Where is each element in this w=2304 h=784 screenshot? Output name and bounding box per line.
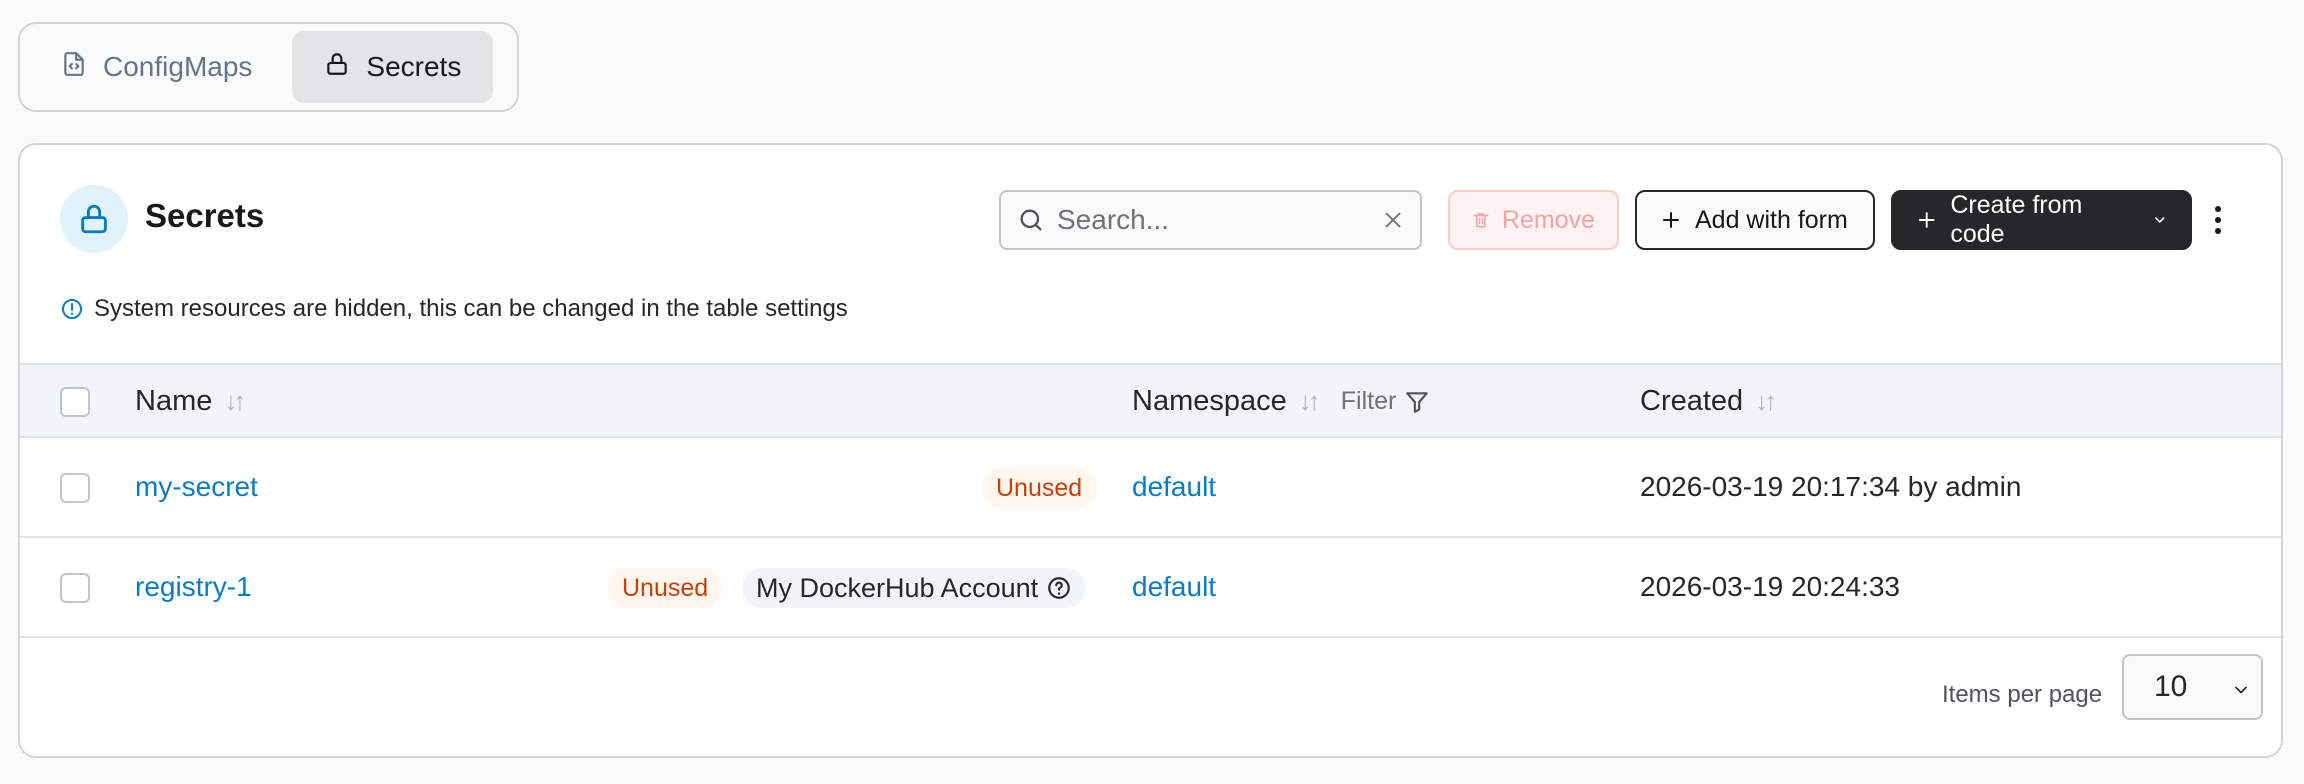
plus-icon — [1663, 212, 1679, 228]
select-all-checkbox[interactable] — [60, 387, 90, 417]
column-namespace[interactable]: Namespace ↓↑ Filter — [1132, 385, 1430, 418]
clear-icon[interactable] — [1382, 209, 1404, 231]
tab-configmaps[interactable]: ConfigMaps — [29, 31, 284, 103]
row-checkbox[interactable] — [60, 473, 90, 503]
file-code-icon — [61, 51, 87, 84]
card-header: Secrets Remove Add with form — [20, 145, 2281, 295]
tab-label: Secrets — [366, 51, 462, 82]
create-from-code-button[interactable]: Create from code — [1891, 190, 2192, 250]
chevron-down-icon — [2155, 217, 2165, 223]
sort-icon[interactable]: ↓↑ — [1755, 386, 1777, 417]
lock-icon — [60, 185, 128, 253]
trash-icon — [1473, 213, 1489, 228]
plus-icon — [1918, 212, 1935, 228]
create-label: Create from code — [1950, 191, 2083, 248]
search-icon — [1020, 209, 1042, 231]
add-label: Add with form — [1695, 205, 1848, 234]
items-per-page-select[interactable]: 10 — [2122, 654, 2263, 720]
filter-icon — [1406, 391, 1429, 413]
secret-name-link[interactable]: registry-1 — [135, 571, 252, 603]
help-circle-icon[interactable] — [1046, 575, 1072, 601]
column-name[interactable]: Name ↓↑ — [135, 385, 246, 418]
status-badge: Unused — [608, 568, 723, 608]
add-with-form-button[interactable]: Add with form — [1635, 190, 1875, 250]
tab-bar: ConfigMaps Secrets — [18, 22, 519, 112]
secret-name-link[interactable]: my-secret — [135, 471, 258, 503]
tab-secrets[interactable]: Secrets — [292, 31, 494, 103]
column-created[interactable]: Created ↓↑ — [1640, 385, 1777, 418]
info-icon — [62, 299, 82, 319]
sort-icon[interactable]: ↓↑ — [1299, 386, 1321, 417]
remove-button[interactable]: Remove — [1448, 190, 1619, 250]
tab-label: ConfigMaps — [103, 51, 253, 82]
namespace-filter[interactable]: Filter — [1341, 387, 1431, 416]
namespace-link[interactable]: default — [1132, 571, 1216, 603]
created-value: 2026-03-19 20:24:33 — [1640, 571, 1900, 602]
items-per-page-label: Items per page — [1942, 681, 2103, 708]
description-badge: My DockerHub Account — [742, 568, 1087, 608]
table-row[interactable]: registry-1 Unused My DockerHub Account d… — [20, 538, 2281, 638]
info-text: System resources are hidden, this can be… — [94, 295, 848, 322]
info-notice: System resources are hidden, this can be… — [60, 295, 848, 323]
row-checkbox[interactable] — [60, 573, 90, 603]
table-footer: Items per page 10 — [20, 638, 2281, 756]
sort-icon[interactable]: ↓↑ — [224, 386, 246, 417]
namespace-link[interactable]: default — [1132, 471, 1216, 503]
table-row[interactable]: my-secret Unused default 2026-03-19 20:1… — [20, 438, 2281, 538]
secrets-card: Secrets Remove Add with form — [18, 143, 2283, 758]
search-input[interactable] — [1057, 204, 1382, 236]
page-title: Secrets — [145, 197, 265, 234]
status-badge: Unused — [982, 468, 1097, 508]
more-options-icon[interactable] — [2208, 200, 2228, 240]
chevron-down-icon — [2235, 686, 2247, 694]
search-box — [999, 190, 1422, 250]
lock-icon — [324, 51, 350, 84]
created-value: 2026-03-19 20:17:34 by admin — [1640, 471, 2022, 502]
remove-label: Remove — [1501, 205, 1595, 234]
table-header: Name ↓↑ Namespace ↓↑ Filter Created ↓↑ — [20, 363, 2281, 438]
